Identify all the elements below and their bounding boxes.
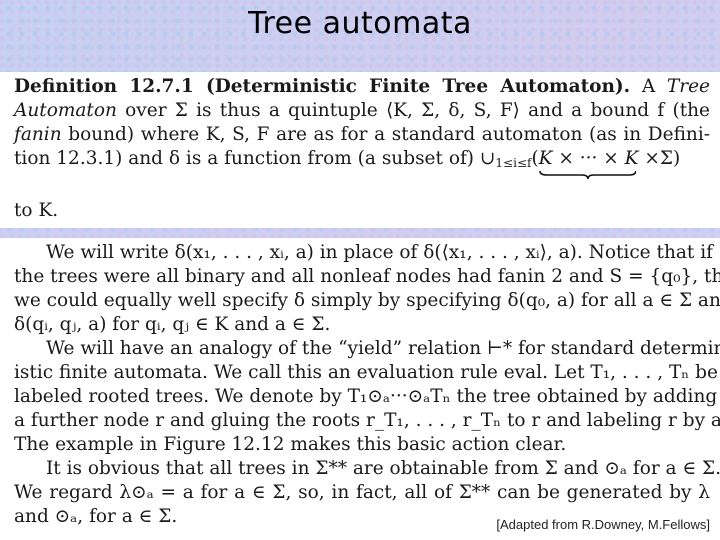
body-panel: We will write δ(x₁, . . . , xᵢ, a) in pl… xyxy=(0,238,720,540)
body-line: We will have an analogy of the “yield” r… xyxy=(46,338,720,359)
body-line: We regard λ⊙ₐ = a for a ∈ Σ, so, in fact… xyxy=(14,482,710,503)
body-line: a further node r and gluing the roots r_… xyxy=(14,410,720,431)
definition-text: bound) where K, S, F are as for a standa… xyxy=(68,124,710,145)
body-line: δ(qᵢ, qⱼ, a) for qᵢ, qⱼ ∈ K and a ∈ Σ. xyxy=(14,314,331,335)
body-line: the trees were all binary and all nonlea… xyxy=(14,266,720,287)
definition-term: Automaton xyxy=(14,100,117,121)
body-line: It is obvious that all trees in Σ** are … xyxy=(46,458,720,479)
body-line: We will write δ(x₁, . . . , xᵢ, a) in pl… xyxy=(46,242,713,263)
definition-line-3: fanin bound) where K, S, F are as for a … xyxy=(14,124,710,146)
union-subscript: 1≤i≤f xyxy=(495,156,532,170)
definition-text: to K. xyxy=(14,200,59,221)
body-line: labeled rooted trees. We denote by T₁⊙ₐ·… xyxy=(14,386,718,407)
definition-panel: Definition 12.7.1 (Deterministic Finite … xyxy=(0,72,720,275)
slide-title: Tree automata xyxy=(248,6,472,41)
definition-term: fanin xyxy=(14,124,62,145)
citation: [Adapted from R.Downey, M.Fellows] xyxy=(496,517,710,532)
body-line: istic finite automata. We call this an e… xyxy=(14,362,718,383)
definition-text: over Σ is thus a quintuple ⟨K, Σ, δ, S, … xyxy=(125,100,710,121)
definition-heading: Definition 12.7.1 (Deterministic Finite … xyxy=(14,76,631,97)
definition-text: tion 12.3.1) and δ is a function from (a… xyxy=(14,148,496,169)
underbrace-group: K × ··· × K xyxy=(538,148,639,180)
definition-line-1: Definition 12.7.1 (Deterministic Finite … xyxy=(14,76,710,98)
body-line: we could equally well specify δ simply b… xyxy=(14,290,720,311)
definition-line-4: tion 12.3.1) and δ is a function from (a… xyxy=(14,148,710,180)
product-expression: K × ··· × K xyxy=(538,148,639,169)
definition-text: A xyxy=(641,76,656,97)
body-line: The example in Figure 12.12 makes this b… xyxy=(14,434,567,455)
definition-line-5: to K. xyxy=(14,200,710,222)
definition-line-2: Automaton over Σ is thus a quintuple ⟨K,… xyxy=(14,100,710,122)
open-paren: ( xyxy=(531,148,539,169)
underbrace-icon xyxy=(538,170,637,180)
definition-text: ×Σ) xyxy=(638,148,681,169)
definition-term: Tree xyxy=(666,76,711,97)
